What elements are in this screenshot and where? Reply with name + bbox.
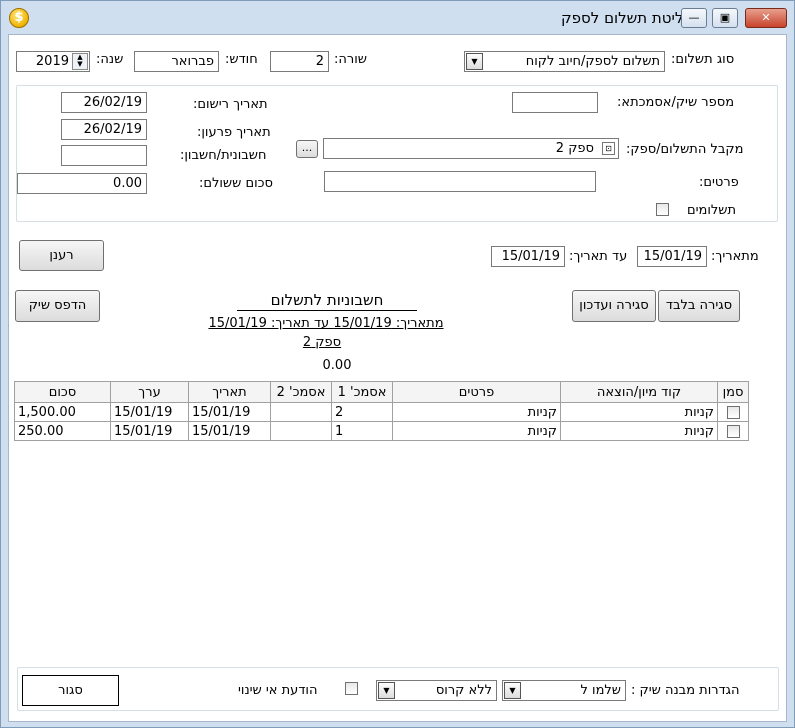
row-checkbox[interactable] [726, 424, 740, 438]
chevron-down-icon[interactable]: ▼ [378, 682, 395, 699]
year-spinner[interactable]: 2019 ▲ ▼ [16, 51, 90, 72]
row-details: קניות [392, 402, 561, 422]
payee-label: מקבל התשלום/ספק: [626, 142, 744, 157]
refresh-button[interactable]: רענן [19, 240, 104, 271]
payment-type-value: תשלום לספק/חיוב לקוח [525, 54, 660, 69]
chevron-down-icon[interactable]: ▼ [466, 53, 483, 70]
maximize-button[interactable]: ▣ [712, 8, 738, 28]
from-date-field[interactable]: 15/01/19 [637, 246, 707, 267]
payee-field[interactable]: ספק 2 ⊡ [323, 138, 619, 159]
check-settings-select[interactable]: שלמו ל ▼ [502, 680, 626, 701]
close-button[interactable]: סגור [22, 675, 119, 706]
due-date-label: תאריך פרעון: [197, 125, 271, 140]
amount-paid-label: סכום ששולם: [199, 176, 273, 191]
col-header-ref1[interactable]: אסמכ' 1 [331, 381, 393, 403]
col-header-details[interactable]: פרטים [392, 381, 561, 403]
row-checkbox[interactable] [726, 405, 740, 419]
invoice-field[interactable] [61, 145, 147, 166]
invoices-table: סמן קוד מיון/הוצאה פרטים אסמכ' 1 אסמכ' 2… [14, 381, 749, 441]
to-date-field[interactable]: 15/01/19 [491, 246, 565, 267]
col-header-date[interactable]: תאריך [188, 381, 271, 403]
payments-label: תשלומים [687, 203, 737, 218]
row-field[interactable]: 2 [270, 51, 329, 72]
row-code: קניות [560, 402, 718, 422]
reg-date-field[interactable]: 26/02/19 [61, 92, 147, 113]
row-details: קניות [392, 421, 561, 441]
month-field[interactable]: פברואר [134, 51, 219, 72]
report-supplier: ספק 2 [302, 335, 342, 350]
col-header-amount[interactable]: סכום [14, 381, 111, 403]
payee-browse-button[interactable]: ... [296, 140, 318, 158]
chevron-down-icon[interactable]: ▼ [504, 682, 521, 699]
check-settings-value: שלמו ל [580, 683, 622, 698]
minimize-button[interactable]: — [681, 8, 707, 28]
payment-type-select[interactable]: תשלום לספק/חיוב לקוח ▼ [464, 51, 665, 72]
row-value-date: 15/01/19 [110, 402, 189, 422]
payments-checkbox[interactable] [656, 203, 669, 216]
col-header-ref2[interactable]: אסמכ' 2 [270, 381, 332, 403]
row-date: 15/01/19 [188, 402, 271, 422]
row-amount: 1,500.00 [14, 402, 111, 422]
row-ref2 [270, 421, 332, 441]
particulars-label: פרטים: [699, 175, 739, 190]
payee-value: ספק 2 [555, 141, 594, 156]
table-header-row: סמן קוד מיון/הוצאה פרטים אסמכ' 1 אסמכ' 2… [14, 381, 749, 403]
col-header-code[interactable]: קוד מיון/הוצאה [560, 381, 718, 403]
cross-value: ללא קרוס [435, 683, 492, 698]
close-only-button[interactable]: סגירה בלבד [658, 290, 740, 322]
notify-change-label: הודעת אי שינוי [238, 683, 318, 698]
payment-type-label: סוג תשלום: [671, 52, 735, 67]
col-header-value-date[interactable]: ערך [110, 381, 189, 403]
cross-select[interactable]: ללא קרוס ▼ [376, 680, 497, 701]
amount-paid-field[interactable]: 0.00 [17, 173, 147, 194]
row-ref2 [270, 402, 332, 422]
col-header-mark[interactable]: סמן [717, 381, 749, 403]
window-title: קליטת תשלום לספק [561, 9, 694, 27]
lookup-icon[interactable]: ⊡ [602, 142, 615, 155]
table-row[interactable]: קניות קניות 1 15/01/19 15/01/19 250.00 [14, 421, 749, 441]
row-value-date: 15/01/19 [110, 421, 189, 441]
report-title: חשבוניות לתשלום [237, 291, 417, 311]
row-mark-cell[interactable] [717, 402, 749, 422]
particulars-field[interactable] [324, 171, 596, 192]
row-date: 15/01/19 [188, 421, 271, 441]
report-date-range: מתאריך: 15/01/19 עד תאריך: 15/01/19 [208, 316, 444, 331]
app-coin-icon: $ [9, 8, 29, 28]
print-check-button[interactable]: הדפס שיק [15, 290, 100, 322]
row-ref1: 2 [331, 402, 393, 422]
form-client-area: סוג תשלום: תשלום לספק/חיוב לקוח ▼ שורה: … [8, 34, 787, 722]
to-date-label: עד תאריך: [569, 249, 628, 264]
row-amount: 250.00 [14, 421, 111, 441]
year-label: שנה: [96, 52, 124, 67]
row-ref1: 1 [331, 421, 393, 441]
from-date-label: מתאריך: [711, 249, 759, 264]
row-mark-cell[interactable] [717, 421, 749, 441]
app-window: $ קליטת תשלום לספק — ▣ ✕ סוג תשלום: תשלו… [0, 0, 795, 728]
year-value: 2019 [35, 54, 69, 69]
close-window-button[interactable]: ✕ [745, 8, 787, 28]
report-total: 0.00 [322, 358, 352, 373]
check-number-label: מספר שיק/אסמכתא: [617, 95, 735, 110]
row-label: שורה: [334, 52, 367, 67]
spinner-arrows-icon[interactable]: ▲ ▼ [72, 53, 88, 70]
check-number-field[interactable] [512, 92, 598, 113]
table-row[interactable]: קניות קניות 2 15/01/19 15/01/19 1,500.00 [14, 402, 749, 422]
month-label: חודש: [225, 52, 258, 67]
row-code: קניות [560, 421, 718, 441]
due-date-field[interactable]: 26/02/19 [61, 119, 147, 140]
invoice-label: חשבונית/חשבון: [180, 148, 267, 163]
notify-change-checkbox[interactable] [345, 682, 358, 695]
check-settings-label: הגדרות מבנה שיק : [631, 683, 740, 698]
close-and-update-button[interactable]: סגירה ועדכון [572, 290, 656, 322]
reg-date-label: תאריך רישום: [193, 97, 268, 112]
title-bar: $ קליטת תשלום לספק — ▣ ✕ [1, 1, 794, 34]
